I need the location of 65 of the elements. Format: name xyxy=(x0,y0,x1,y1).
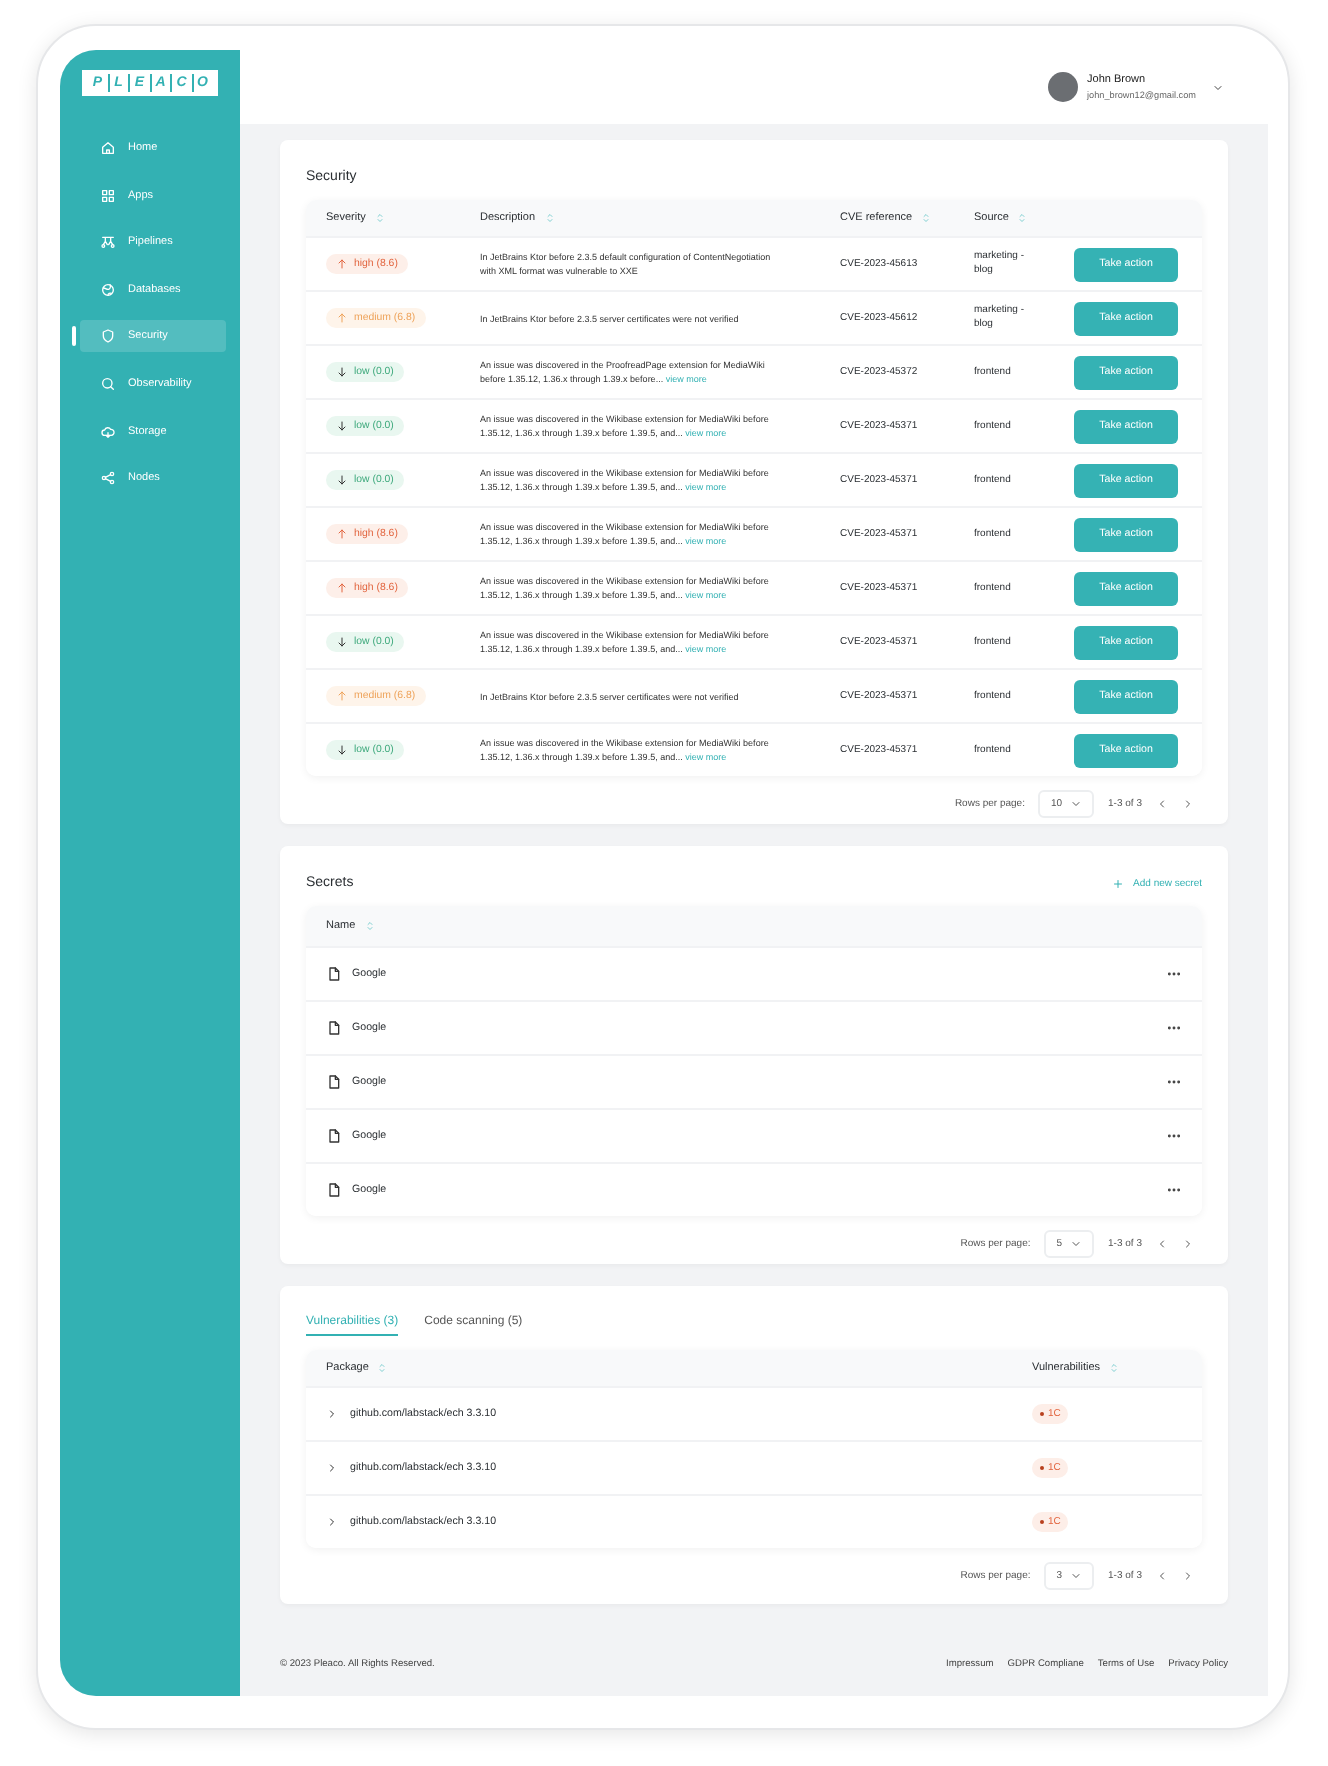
chevron-down-icon xyxy=(1070,797,1083,809)
arrow-up-icon xyxy=(336,582,348,594)
arrow-down-icon xyxy=(336,636,348,648)
arrow-down-icon xyxy=(336,474,348,486)
plus-icon xyxy=(1111,877,1124,889)
previous-page-button[interactable] xyxy=(1156,797,1168,809)
user-menu-button[interactable] xyxy=(1212,81,1224,93)
next-page-button[interactable] xyxy=(1182,797,1194,809)
more-icon xyxy=(1166,1186,1182,1194)
sort-icon xyxy=(1016,212,1029,224)
sort-icon xyxy=(920,212,933,224)
globe-icon xyxy=(100,281,116,298)
more-options-button[interactable] xyxy=(1166,1186,1182,1194)
file-icon xyxy=(326,966,342,982)
chevron-right-icon xyxy=(1182,1237,1194,1249)
more-options-button[interactable] xyxy=(1166,1024,1182,1032)
avatar[interactable] xyxy=(1047,72,1078,102)
arrow-down-icon xyxy=(336,420,348,432)
arrow-down-icon xyxy=(336,366,348,378)
shield-icon xyxy=(100,328,116,345)
sort-icon xyxy=(1108,1362,1121,1374)
sort-icon xyxy=(376,1362,389,1374)
arrow-up-icon xyxy=(336,528,348,540)
previous-page-button[interactable] xyxy=(1156,1237,1168,1249)
chevron-right-icon xyxy=(1182,797,1194,809)
file-icon xyxy=(326,1128,342,1144)
file-icon xyxy=(326,1020,342,1036)
sort-icon xyxy=(373,212,386,224)
chevron-down-icon xyxy=(1070,1569,1083,1581)
chevron-right-icon xyxy=(326,1516,338,1528)
arrow-up-icon xyxy=(336,690,348,702)
chevron-left-icon xyxy=(1156,1237,1168,1249)
home-icon xyxy=(100,140,116,156)
chevron-right-icon xyxy=(1182,1569,1194,1581)
previous-page-button[interactable] xyxy=(1156,1569,1168,1581)
arrow-down-icon xyxy=(336,744,348,756)
more-icon xyxy=(1166,1132,1182,1140)
chevron-left-icon xyxy=(1156,797,1168,809)
search-icon xyxy=(100,375,116,392)
next-page-button[interactable] xyxy=(1182,1569,1194,1581)
more-options-button[interactable] xyxy=(1166,1078,1182,1086)
more-icon xyxy=(1166,1024,1182,1032)
sort-icon xyxy=(543,212,556,224)
expand-button[interactable] xyxy=(326,1462,338,1474)
chevron-down-icon xyxy=(1070,1237,1083,1249)
share-icon xyxy=(100,470,116,487)
expand-button[interactable] xyxy=(326,1408,338,1420)
more-options-button[interactable] xyxy=(1166,970,1182,978)
chevron-right-icon xyxy=(326,1408,338,1420)
file-icon xyxy=(326,1074,342,1090)
pipeline-icon xyxy=(100,234,116,251)
expand-button[interactable] xyxy=(326,1516,338,1528)
chevron-left-icon xyxy=(1156,1569,1168,1581)
more-options-button[interactable] xyxy=(1166,1132,1182,1140)
grid-icon xyxy=(100,187,116,204)
next-page-button[interactable] xyxy=(1182,1237,1194,1249)
arrow-up-icon xyxy=(336,312,348,324)
more-icon xyxy=(1166,970,1182,978)
sort-icon xyxy=(363,920,376,932)
arrow-up-icon xyxy=(336,258,348,270)
chevron-right-icon xyxy=(326,1462,338,1474)
file-icon xyxy=(326,1182,342,1198)
more-icon xyxy=(1166,1078,1182,1086)
chevron-down-icon xyxy=(1212,81,1224,93)
cloud-icon xyxy=(100,423,116,440)
